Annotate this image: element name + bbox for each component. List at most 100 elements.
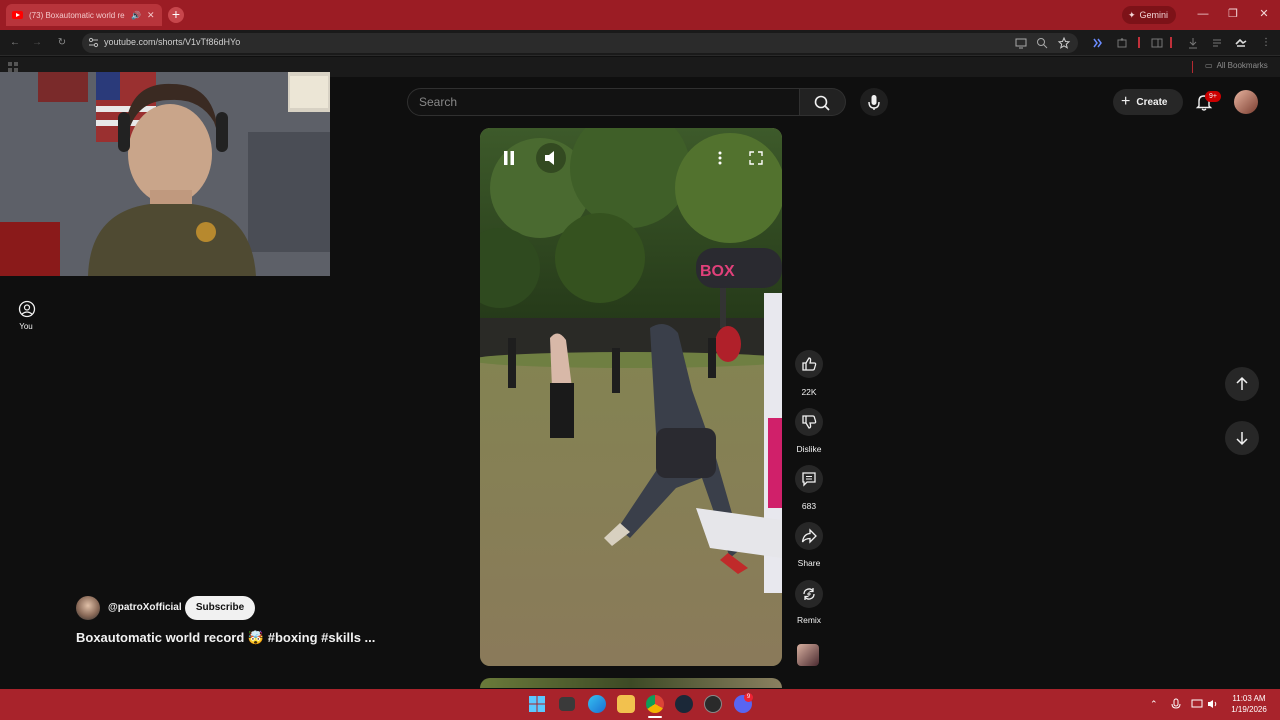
zoom-icon[interactable]: [1035, 36, 1049, 50]
file-explorer-icon[interactable]: [617, 695, 635, 713]
start-button[interactable]: [529, 696, 545, 712]
dislike-button[interactable]: [795, 408, 823, 436]
all-bookmarks-label: All Bookmarks: [1216, 61, 1268, 70]
search-icon: [814, 95, 830, 111]
gemini-label: Gemini: [1139, 10, 1169, 20]
tab-audio-icon[interactable]: 🔊: [131, 11, 141, 20]
discord-badge: 9: [744, 693, 753, 702]
sparkle-icon: ✦: [1128, 9, 1136, 20]
side-panel-icon[interactable]: [1150, 36, 1164, 50]
video-title: Boxautomatic world record 🤯 #boxing #ski…: [76, 630, 376, 645]
steam-icon[interactable]: [675, 695, 693, 713]
tray-display-icon[interactable]: [1191, 699, 1203, 709]
thumbs-up-icon: [802, 357, 817, 371]
plus-icon: +: [1121, 93, 1131, 110]
dislike-label: Dislike: [796, 444, 822, 454]
channel-name[interactable]: @patroXofficial: [108, 602, 182, 613]
edge-browser-icon[interactable]: [588, 695, 606, 713]
comments-count: 683: [801, 501, 817, 511]
profile-extension-icon[interactable]: [1234, 36, 1248, 50]
download-icon[interactable]: [1186, 36, 1200, 50]
sidebar-item-you[interactable]: [15, 300, 39, 320]
microphone-icon: [868, 95, 880, 110]
voice-search-button[interactable]: [860, 88, 888, 116]
create-label: Create: [1136, 96, 1168, 108]
active-app-indicator: [648, 716, 662, 718]
volume-button[interactable]: [536, 143, 566, 173]
back-icon[interactable]: ←: [8, 36, 22, 50]
share-icon: [801, 528, 817, 544]
extensions-puzzle-icon[interactable]: [1115, 36, 1129, 50]
forward-icon[interactable]: →: [30, 36, 44, 50]
browser-menu-icon[interactable]: ⋮: [1259, 36, 1273, 50]
toolbar-divider: [1170, 37, 1172, 48]
toolbar-divider: [1138, 37, 1140, 48]
remix-button[interactable]: [795, 580, 823, 608]
reading-list-icon[interactable]: [1210, 36, 1224, 50]
minimize-button[interactable]: —: [1196, 7, 1210, 21]
notifications-badge: 9+: [1205, 91, 1221, 102]
bookmarks-divider: [1192, 61, 1193, 73]
folder-icon: ▭: [1205, 61, 1213, 70]
sound-thumbnail[interactable]: [797, 644, 819, 666]
next-short-preview[interactable]: [480, 678, 782, 688]
subscribe-button[interactable]: Subscribe: [185, 596, 255, 620]
tab-close-icon[interactable]: ✕: [147, 10, 155, 21]
windows-logo-icon: [529, 696, 545, 712]
machine-brand-text: BOX: [700, 263, 735, 280]
close-window-button[interactable]: ✕: [1257, 7, 1271, 21]
pause-button[interactable]: [500, 148, 518, 168]
create-button[interactable]: + Create: [1113, 89, 1183, 115]
taskbar-clock[interactable]: 11:03 AM 1/19/2026: [1224, 693, 1274, 715]
tray-microphone-icon[interactable]: [1171, 698, 1181, 710]
arrow-up-icon: [1236, 376, 1248, 390]
clock-date: 1/19/2026: [1231, 705, 1267, 714]
previous-short-button[interactable]: [1225, 367, 1259, 401]
obs-icon[interactable]: [704, 695, 722, 713]
video-more-icon[interactable]: [714, 150, 726, 166]
browser-titlebar: [0, 0, 1280, 30]
search-placeholder: Search: [419, 95, 458, 109]
tray-volume-icon[interactable]: [1207, 699, 1219, 709]
browser-tab-active[interactable]: (73) Boxautomatic world re 🔊 ✕: [6, 4, 162, 26]
tray-chevron-up-icon[interactable]: ⌃: [1150, 699, 1158, 710]
restore-button[interactable]: ❐: [1226, 7, 1240, 21]
search-input[interactable]: [407, 88, 800, 116]
apps-grid-icon[interactable]: [8, 62, 18, 72]
url-text[interactable]: youtube.com/shorts/V1vTf86dHYo: [104, 37, 240, 47]
task-view-icon[interactable]: [559, 697, 575, 711]
windows-taskbar: [0, 689, 1280, 720]
gemini-button[interactable]: ✦ Gemini: [1122, 6, 1176, 24]
bookmark-star-icon[interactable]: [1057, 36, 1071, 50]
share-button[interactable]: [795, 522, 823, 550]
tab-title: (73) Boxautomatic world re: [29, 10, 125, 20]
thumbs-down-icon: [802, 415, 817, 429]
search-button[interactable]: [800, 88, 846, 116]
webcam-overlay: [0, 72, 330, 276]
like-button[interactable]: [795, 350, 823, 378]
fullscreen-icon[interactable]: [748, 150, 764, 166]
sidebar-item-you-label: You: [19, 322, 33, 331]
remix-label: Remix: [796, 615, 822, 625]
site-info-icon[interactable]: [88, 37, 99, 48]
clock-time: 11:03 AM: [1232, 694, 1266, 703]
all-bookmarks-button[interactable]: ▭ All Bookmarks: [1205, 61, 1268, 70]
shorts-video-player[interactable]: BOX: [480, 128, 782, 666]
volume-icon: [545, 151, 554, 165]
new-tab-button[interactable]: +: [168, 7, 184, 23]
channel-avatar[interactable]: [76, 596, 100, 620]
youtube-favicon-icon: [12, 11, 23, 19]
next-short-button[interactable]: [1225, 421, 1259, 455]
pause-icon: [504, 151, 514, 165]
chrome-browser-icon[interactable]: [646, 695, 664, 713]
arrow-down-icon: [1236, 432, 1248, 446]
user-circle-icon: [18, 300, 36, 318]
like-count: 22K: [801, 387, 817, 397]
account-avatar[interactable]: [1234, 90, 1258, 114]
remix-icon: [803, 588, 815, 600]
install-app-icon[interactable]: [1014, 36, 1028, 50]
comment-icon: [802, 472, 816, 487]
extension-blue-icon[interactable]: [1090, 36, 1104, 50]
reload-icon[interactable]: ↻: [55, 36, 69, 50]
comments-button[interactable]: [795, 465, 823, 493]
